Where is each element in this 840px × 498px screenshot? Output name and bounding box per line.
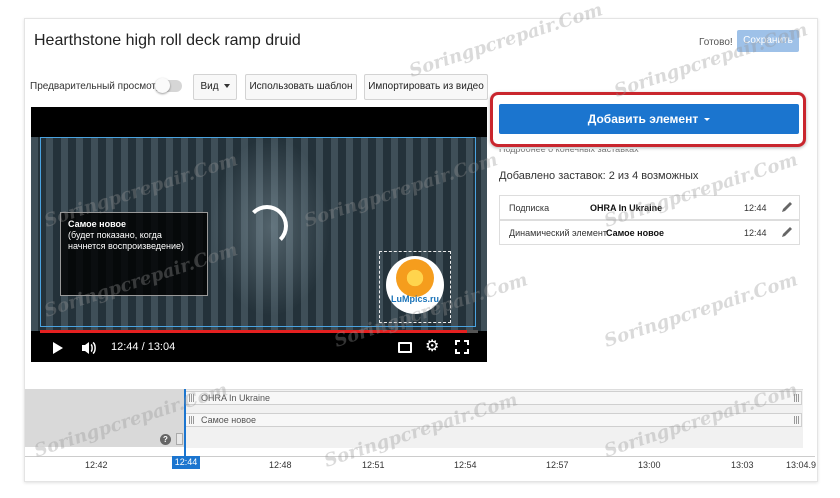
element-type: Подписка bbox=[509, 203, 550, 213]
chevron-down-icon bbox=[704, 118, 711, 122]
subtitles-icon[interactable] bbox=[398, 342, 412, 353]
add-element-label: Добавить элемент bbox=[587, 112, 699, 126]
tick-label: 12:51 bbox=[362, 460, 385, 470]
time-display: 12:44 / 13:04 bbox=[111, 341, 176, 353]
gear-icon[interactable]: ⚙ bbox=[425, 339, 439, 355]
preview-toggle[interactable] bbox=[155, 78, 182, 93]
play-icon[interactable] bbox=[53, 342, 63, 354]
element-time: 12:44 bbox=[744, 203, 767, 213]
endcard-title: Самое новое bbox=[68, 219, 127, 229]
import-from-video-button[interactable]: Импортировать из видео bbox=[364, 74, 488, 100]
view-label: Вид bbox=[200, 81, 219, 92]
time-ruler bbox=[25, 456, 815, 479]
use-template-button[interactable]: Использовать шаблон bbox=[245, 74, 357, 100]
add-element-button[interactable]: Добавить элемент bbox=[499, 104, 799, 134]
track-label: Самое новое bbox=[201, 415, 256, 425]
element-row-dynamic[interactable]: Динамический элемент Самое новое 12:44 bbox=[499, 220, 800, 245]
fullscreen-icon[interactable] bbox=[455, 340, 469, 354]
toggle-knob bbox=[155, 78, 170, 93]
tick-label: 13:03 bbox=[731, 460, 754, 470]
tick-label: 13:00 bbox=[638, 460, 661, 470]
endcard-subtitle: (будет показано, когда начнется воспроиз… bbox=[68, 230, 185, 251]
volume-icon[interactable] bbox=[81, 340, 97, 356]
tick-label: 12:48 bbox=[269, 460, 292, 470]
playhead-time: 12:44 bbox=[172, 456, 200, 469]
tick-label: 12:54 bbox=[454, 460, 477, 470]
pencil-icon[interactable] bbox=[780, 224, 794, 240]
view-dropdown[interactable]: Вид bbox=[193, 74, 237, 100]
tick-label: 13:04.9 bbox=[786, 460, 817, 470]
timeline-left-handle[interactable] bbox=[176, 433, 183, 445]
chevron-down-icon bbox=[223, 84, 230, 89]
loading-spinner-icon bbox=[246, 205, 288, 247]
element-time: 12:44 bbox=[744, 228, 767, 238]
added-count: Добавлено заставок: 2 из 4 возможных bbox=[499, 170, 699, 182]
tick-label: 12:57 bbox=[546, 460, 569, 470]
element-type: Динамический элемент bbox=[509, 228, 607, 238]
orange-icon bbox=[396, 259, 434, 297]
player-controls: 12:44 / 13:04 ⚙ bbox=[31, 335, 487, 362]
tick-label: 12:42 bbox=[85, 460, 108, 470]
drag-handle-icon[interactable] bbox=[794, 416, 799, 424]
video-title: Hearthstone high roll deck ramp druid bbox=[34, 32, 301, 49]
pencil-icon[interactable] bbox=[780, 199, 794, 215]
progress-bar[interactable] bbox=[40, 330, 478, 333]
help-icon[interactable]: ? bbox=[160, 434, 171, 445]
preview-label: Предварительный просмотр bbox=[30, 81, 162, 92]
drag-handle-icon[interactable] bbox=[189, 416, 194, 424]
